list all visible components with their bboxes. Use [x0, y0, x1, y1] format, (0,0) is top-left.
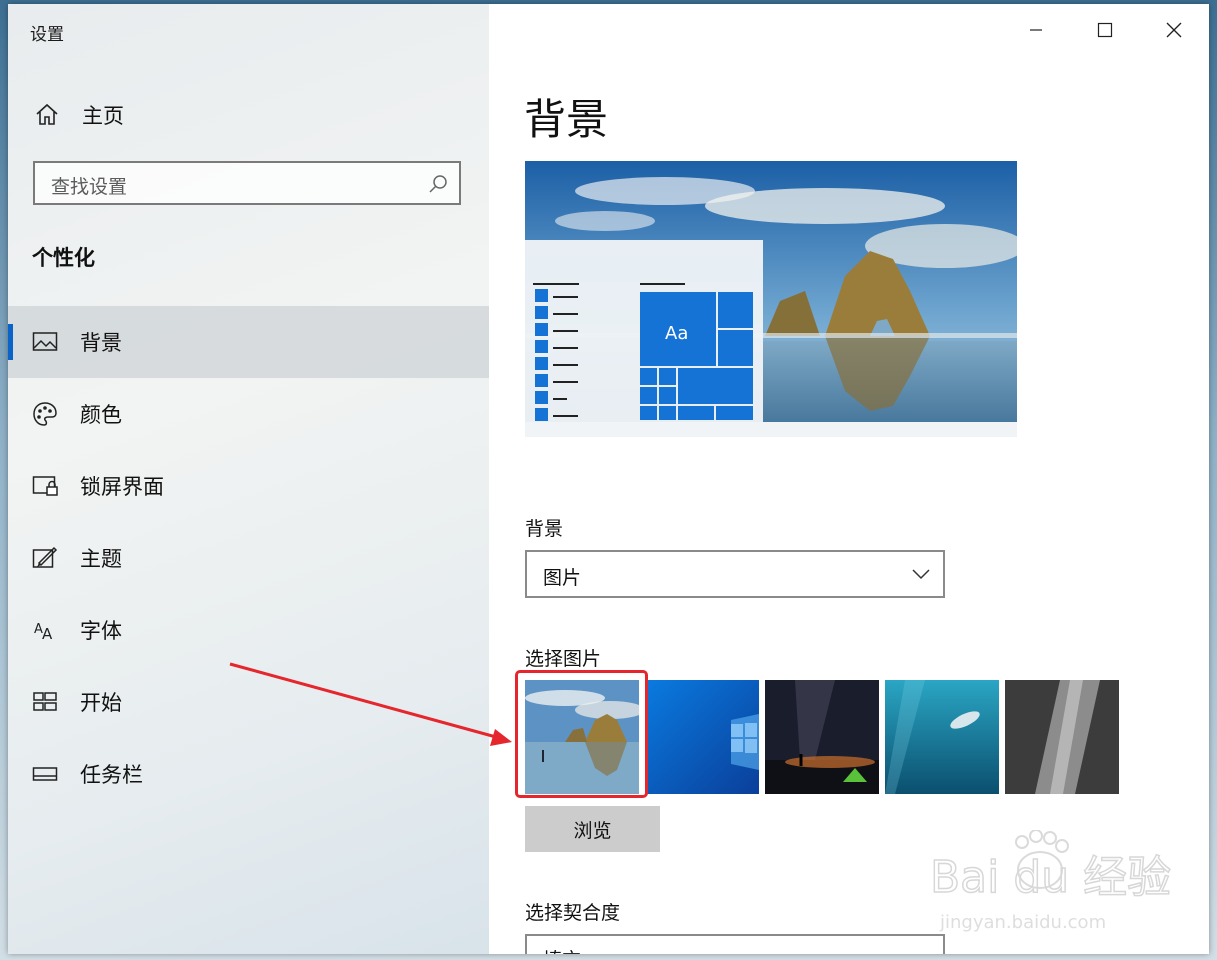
- annotation-arrow: [229, 662, 512, 746]
- arrow-head-icon: [490, 729, 512, 746]
